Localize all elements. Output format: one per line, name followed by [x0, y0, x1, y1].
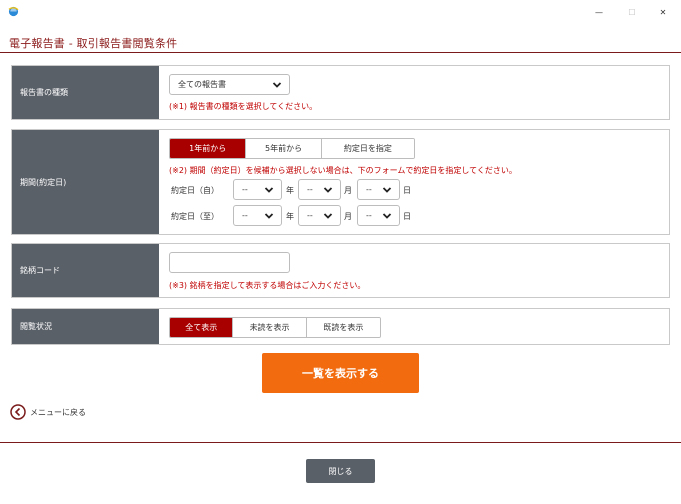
brand-code-input[interactable]	[169, 252, 290, 273]
from-year-select[interactable]: --	[233, 179, 282, 200]
brand-code-row: 銘柄コード (※3) 銘柄を指定して表示する場合はご入力ください。	[11, 243, 670, 298]
close-button[interactable]: 閉じる	[306, 459, 375, 483]
chevron-down-icon	[323, 213, 333, 219]
close-window-button[interactable]: ✕	[648, 2, 678, 22]
show-list-button[interactable]: 一覧を表示する	[262, 353, 419, 393]
back-to-menu-link[interactable]: メニューに戻る	[10, 404, 86, 420]
report-type-row: 報告書の種類 全ての報告書 (※1) 報告書の種類を選択してください。	[11, 65, 670, 120]
from-month-value: --	[307, 185, 313, 194]
from-month-select[interactable]: --	[298, 179, 341, 200]
month-unit: 月	[344, 212, 352, 221]
to-day-value: --	[366, 211, 372, 220]
report-type-note: (※1) 報告書の種類を選択してください。	[169, 102, 318, 111]
read-status-all[interactable]: 全て表示	[170, 318, 234, 337]
brand-code-note: (※3) 銘柄を指定して表示する場合はご入力ください。	[169, 281, 366, 290]
read-status-body: 全て表示 未読を表示 既読を表示	[159, 309, 669, 344]
brand-code-body: (※3) 銘柄を指定して表示する場合はご入力ください。	[159, 244, 669, 297]
year-unit: 年	[286, 186, 294, 195]
period-option-custom[interactable]: 約定日を指定	[321, 139, 414, 158]
from-day-value: --	[366, 185, 372, 194]
chevron-down-icon	[323, 187, 333, 193]
period-body: 1年前から 5年前から 約定日を指定 (※2) 期間（約定日）を候補から選択しな…	[159, 130, 669, 234]
browser-app-icon	[8, 6, 19, 17]
date-from-label: 約定日（自）	[171, 186, 219, 195]
from-day-select[interactable]: --	[357, 179, 400, 200]
to-day-select[interactable]: --	[357, 205, 400, 226]
chevron-down-icon	[382, 187, 392, 193]
date-to-label: 約定日（至）	[171, 212, 219, 221]
from-year-value: --	[242, 185, 248, 194]
read-status-label: 閲覧状況	[12, 309, 159, 344]
window-titlebar: — ☐ ✕	[0, 0, 681, 24]
report-type-body: 全ての報告書 (※1) 報告書の種類を選択してください。	[159, 66, 669, 119]
chevron-down-icon	[264, 213, 274, 219]
period-note: (※2) 期間（約定日）を候補から選択しない場合は、下のフォームで約定日を指定し…	[169, 166, 517, 175]
period-option-5-years[interactable]: 5年前から	[246, 139, 322, 158]
to-month-value: --	[307, 211, 313, 220]
brand-code-label: 銘柄コード	[12, 244, 159, 297]
back-to-menu-label: メニューに戻る	[30, 407, 86, 417]
year-unit: 年	[286, 212, 294, 221]
to-year-value: --	[242, 211, 248, 220]
page-title: 電子報告書 - 取引報告書閲覧条件	[9, 37, 178, 50]
period-label: 期間(約定日)	[12, 130, 159, 234]
report-type-select[interactable]: 全ての報告書	[169, 74, 290, 95]
chevron-down-icon	[382, 213, 392, 219]
footer-divider	[0, 442, 681, 443]
read-status-read[interactable]: 既読を表示	[306, 318, 380, 337]
circle-chevron-left-icon	[10, 404, 26, 420]
minimize-button[interactable]: —	[584, 2, 614, 22]
to-month-select[interactable]: --	[298, 205, 341, 226]
read-status-unread[interactable]: 未読を表示	[233, 318, 307, 337]
chevron-down-icon	[272, 82, 282, 88]
period-row: 期間(約定日) 1年前から 5年前から 約定日を指定 (※2) 期間（約定日）を…	[11, 129, 670, 235]
page-header: 電子報告書 - 取引報告書閲覧条件	[0, 33, 681, 53]
period-options: 1年前から 5年前から 約定日を指定	[169, 138, 415, 159]
report-type-label: 報告書の種類	[12, 66, 159, 119]
to-year-select[interactable]: --	[233, 205, 282, 226]
read-status-row: 閲覧状況 全て表示 未読を表示 既読を表示	[11, 308, 670, 345]
maximize-button[interactable]: ☐	[617, 2, 647, 22]
month-unit: 月	[344, 186, 352, 195]
day-unit: 日	[403, 186, 411, 195]
day-unit: 日	[403, 212, 411, 221]
read-status-options: 全て表示 未読を表示 既読を表示	[169, 317, 381, 338]
period-option-1-year[interactable]: 1年前から	[170, 139, 247, 158]
chevron-down-icon	[264, 187, 274, 193]
report-type-select-value: 全ての報告書	[178, 80, 226, 89]
